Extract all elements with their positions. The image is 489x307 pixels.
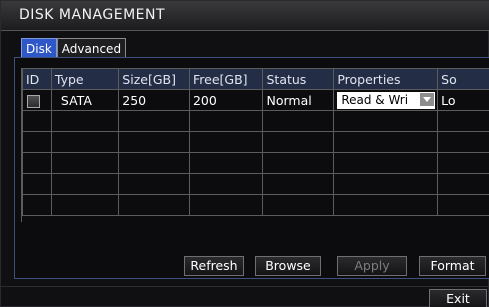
column-header-status[interactable]: Status [262,68,335,90]
table-row [22,152,489,174]
disk-management-window: DISK MANAGEMENT Disk Advanced ID Type Si… [0,0,489,307]
table-row [22,110,489,132]
tab-disk[interactable]: Disk [21,38,57,58]
disk-table-container: ID Type Size[GB] Free[GB] Status Propert… [21,68,489,222]
browse-button[interactable]: Browse [255,256,321,276]
properties-select-value: Read & Wri [341,93,409,107]
table-row [22,173,489,195]
window-title: DISK MANAGEMENT [19,7,166,23]
apply-button[interactable]: Apply [337,256,407,276]
disk-source: Lo [437,89,489,111]
disk-table: ID Type Size[GB] Free[GB] Status Propert… [22,68,489,216]
format-button[interactable]: Format [419,256,486,276]
column-header-size[interactable]: Size[GB] [118,68,190,90]
properties-select[interactable]: Read & Wri [337,91,436,109]
exit-button[interactable]: Exit [429,289,487,307]
table-row[interactable]: SATA 250 200 Normal Read & Wri Lo [22,89,489,111]
column-header-free[interactable]: Free[GB] [188,68,264,90]
row-checkbox-cell [22,89,52,111]
tab-bar: Disk Advanced [21,38,127,58]
disk-type: SATA [50,89,120,111]
table-header-row: ID Type Size[GB] Free[GB] Status Propert… [22,68,489,90]
row-checkbox[interactable] [27,94,40,108]
table-row [22,131,489,153]
column-header-properties[interactable]: Properties [333,68,439,90]
title-bar: DISK MANAGEMENT [1,1,489,31]
column-header-type[interactable]: Type [50,68,120,90]
refresh-button[interactable]: Refresh [184,256,244,276]
disk-status: Normal [262,89,335,111]
dropdown-arrow-icon[interactable] [420,92,435,106]
tab-advanced[interactable]: Advanced [56,38,127,58]
table-row [22,194,489,216]
column-header-id[interactable]: ID [22,68,52,90]
properties-cell: Read & Wri [333,89,439,111]
column-header-source[interactable]: So [437,68,489,90]
divider [1,286,489,287]
disk-size: 250 [118,89,190,111]
disk-free: 200 [188,89,264,111]
